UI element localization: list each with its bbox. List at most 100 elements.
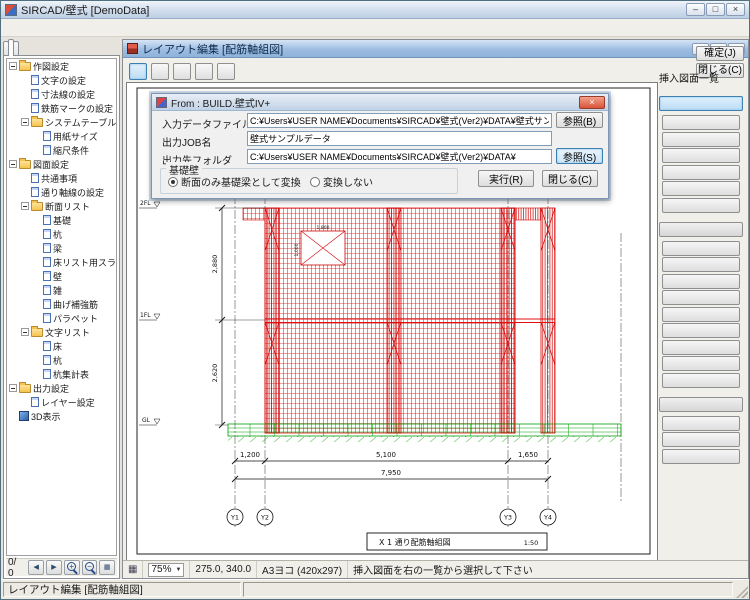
dialog-close-icon[interactable]: × (579, 96, 605, 109)
tree-item[interactable]: 杭 (7, 227, 116, 241)
insert-drawing-button[interactable] (662, 340, 740, 355)
tree-expander-icon[interactable] (9, 160, 17, 168)
insert-drawing-button[interactable] (662, 356, 740, 371)
tree-item[interactable]: 曲げ補強筋 (7, 297, 116, 311)
zoom-in-button[interactable] (64, 560, 80, 575)
tree-item[interactable]: 床リスト用スラブ (7, 255, 116, 269)
browse-output-button[interactable]: 参照(S) (556, 148, 603, 164)
tree-item[interactable]: 壁 (7, 269, 116, 283)
tree-item[interactable]: 用紙サイズ (7, 129, 116, 143)
tree-expander-icon[interactable] (33, 370, 41, 378)
input-file-field[interactable] (247, 113, 552, 128)
tree-expander-icon[interactable] (33, 342, 41, 350)
fit-view-button[interactable]: ▦ (99, 560, 115, 575)
toolbar-button[interactable] (217, 63, 235, 80)
tree-expander-icon[interactable] (33, 300, 41, 308)
tree-item[interactable]: 梁 (7, 241, 116, 255)
tree-expander-icon[interactable] (33, 146, 41, 154)
toolbar-button[interactable] (195, 63, 213, 80)
tree-item[interactable]: 共通事項 (7, 171, 116, 185)
next-page-button[interactable]: ▶ (46, 560, 62, 575)
output-folder-field[interactable] (247, 149, 552, 164)
insert-drawing-button[interactable] (662, 290, 740, 305)
resize-grip[interactable] (736, 586, 748, 598)
dialog-close-button[interactable]: 閉じる(C) (542, 170, 598, 187)
tree-item[interactable]: 床 (7, 339, 116, 353)
tree-item[interactable]: レイヤー設定 (7, 395, 116, 409)
tree-expander-icon[interactable] (33, 272, 41, 280)
radio-convert-to-foundation-beam[interactable]: 断面のみ基礎梁として変換 (168, 174, 301, 189)
insert-drawing-button[interactable] (662, 416, 740, 431)
tree-expander-icon[interactable] (21, 188, 29, 196)
tree-expander-icon[interactable] (33, 216, 41, 224)
tree-expander-icon[interactable] (33, 258, 41, 266)
insert-drawing-button[interactable] (662, 323, 740, 338)
tree-item[interactable]: 雑 (7, 283, 116, 297)
menu-item[interactable] (17, 26, 31, 30)
tree-expander-icon[interactable] (9, 412, 17, 420)
toolbar-button[interactable] (173, 63, 191, 80)
tree-item[interactable]: 図面設定 (7, 157, 116, 171)
tree-expander-icon[interactable] (33, 230, 41, 238)
tree-item[interactable]: 文字の設定 (7, 73, 116, 87)
tree-expander-icon[interactable] (21, 398, 29, 406)
tree-expander-icon[interactable] (21, 118, 29, 126)
menu-item[interactable] (45, 26, 59, 30)
radio-no-convert[interactable]: 変換しない (310, 174, 373, 189)
tree-expander-icon[interactable] (33, 286, 41, 294)
tree-item[interactable]: 文字リスト (7, 325, 116, 339)
sidebar-tab[interactable] (8, 39, 14, 56)
tree-item[interactable]: 通り軸線の設定 (7, 185, 116, 199)
tree-expander-icon[interactable] (21, 174, 29, 182)
tree-item[interactable]: 杭集計表 (7, 367, 116, 381)
menu-item[interactable] (59, 26, 73, 30)
insert-drawing-button[interactable] (659, 397, 743, 412)
insert-drawing-button[interactable] (662, 274, 740, 289)
close-icon[interactable]: × (726, 3, 745, 16)
tree-expander-icon[interactable] (21, 76, 29, 84)
insert-drawing-button[interactable] (662, 115, 740, 130)
tree-expander-icon[interactable] (33, 132, 41, 140)
tree-item[interactable]: 出力設定 (7, 381, 116, 395)
tree-item[interactable]: 寸法線の設定 (7, 87, 116, 101)
insert-drawing-button[interactable] (659, 96, 743, 111)
tree-expander-icon[interactable] (33, 244, 41, 252)
insert-drawing-button[interactable] (662, 307, 740, 322)
tree-item[interactable]: 杭 (7, 353, 116, 367)
tree-item[interactable]: 作図設定 (7, 59, 116, 73)
insert-drawing-button[interactable] (662, 257, 740, 272)
run-button[interactable]: 実行(R) (478, 170, 534, 187)
tree-expander-icon[interactable] (9, 62, 17, 70)
insert-drawing-button[interactable] (662, 148, 740, 163)
menu-item[interactable] (87, 26, 101, 30)
insert-drawing-button[interactable] (662, 165, 740, 180)
output-job-field[interactable] (247, 131, 552, 146)
tree-item[interactable]: 基礎 (7, 213, 116, 227)
tree-expander-icon[interactable] (21, 328, 29, 336)
prev-page-button[interactable]: ◀ (28, 560, 44, 575)
insert-drawing-button[interactable] (662, 432, 740, 447)
zoom-select[interactable]: 75% ▼ (148, 563, 184, 577)
tree-item[interactable]: システムテーブル (7, 115, 116, 129)
toolbar-button[interactable] (129, 63, 147, 80)
tree-expander-icon[interactable] (21, 104, 29, 112)
tree-expander-icon[interactable] (9, 384, 17, 392)
menu-item[interactable] (3, 26, 17, 30)
tree-expander-icon[interactable] (33, 356, 41, 364)
insert-drawing-button[interactable] (659, 222, 743, 237)
layout-grid-button[interactable]: ▦ (123, 561, 143, 578)
tree-item[interactable]: 3D表示 (7, 409, 116, 423)
maximize-icon[interactable]: □ (706, 3, 725, 16)
tree-item[interactable]: 断面リスト (7, 199, 116, 213)
toolbar-button[interactable] (151, 63, 169, 80)
menu-item[interactable] (73, 26, 87, 30)
minimize-icon[interactable]: – (686, 3, 705, 16)
tree-item[interactable]: パラペット (7, 311, 116, 325)
confirm-button[interactable]: 確定(J) (696, 46, 744, 61)
insert-drawing-button[interactable] (662, 449, 740, 464)
menu-item[interactable] (101, 26, 115, 30)
insert-drawing-button[interactable] (662, 373, 740, 388)
menu-item[interactable] (31, 26, 45, 30)
tree-item[interactable]: 縮尺条件 (7, 143, 116, 157)
tree-expander-icon[interactable] (21, 202, 29, 210)
